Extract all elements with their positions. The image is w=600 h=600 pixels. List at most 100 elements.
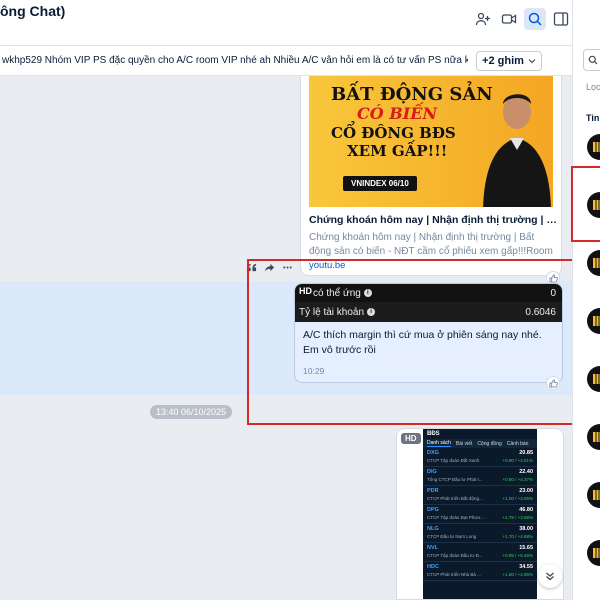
- price-change: +1.60 / +4.86%: [502, 572, 533, 577]
- avatar[interactable]: [587, 308, 600, 334]
- filter-label[interactable]: Lọc: [586, 82, 600, 92]
- link-title[interactable]: Chứng khoán hôm nay | Nhận định thị trườ…: [309, 214, 557, 226]
- stock-row: DPG CTCP Tập đoàn Đạt Phươ... 46.80 +1.75 /…: [423, 505, 537, 524]
- price-change: +1.75 / +3.88%: [502, 515, 533, 520]
- message-text: A/C thích margin thì cứ mua ở phiên sáng…: [303, 329, 542, 356]
- price: 34.55: [519, 564, 533, 570]
- price: 23.00: [519, 488, 533, 494]
- message-actions: [244, 260, 294, 274]
- screenshot-title: BĐS: [427, 431, 440, 437]
- link-domain[interactable]: youtu.be: [309, 260, 345, 271]
- company-name: CTCP Tập đoàn Đất Xanh: [427, 458, 480, 463]
- ticker: NLG: [427, 526, 439, 532]
- video-call-icon[interactable]: [498, 8, 520, 30]
- avatar[interactable]: [587, 424, 600, 450]
- conversation-title[interactable]: ông Chat): [0, 3, 65, 19]
- quoted-image-row: HD có thể ứng i 0: [295, 284, 562, 302]
- share-icon[interactable]: [262, 260, 276, 274]
- quoted-image-row: Tỷ lệ tài khoản i 0.6046: [295, 302, 562, 322]
- ticker: DPG: [427, 507, 439, 513]
- screenshot-tabs: Danh sách Bài viết Cộng đồng Cảnh báo: [423, 439, 537, 448]
- company-name: Tổng CTCP Đầu tư Phát t...: [427, 477, 483, 482]
- stock-row: HDC CTCP Phát triển Nhà Bà ... 34.55 +1.60 …: [423, 562, 537, 581]
- pinned-count-button[interactable]: +2 ghim: [476, 51, 542, 71]
- add-user-icon[interactable]: [472, 8, 494, 30]
- thumbnail-text-line: CỔ ĐÔNG BĐS: [331, 124, 456, 142]
- price: 22.40: [519, 469, 533, 475]
- search-input[interactable]: [583, 49, 600, 71]
- company-name: CTCP Đầu tư Nam Long: [427, 534, 477, 539]
- section-label: Tin: [586, 113, 600, 123]
- avatar[interactable]: [587, 540, 600, 566]
- stock-row: PDR CTCP Phát triển Bất động... 23.00 +1.00…: [423, 486, 537, 505]
- date-divider: 13:40 06/10/2025: [150, 405, 233, 419]
- company-name: CTCP Phát triển Bất động...: [427, 496, 483, 501]
- ticker: NVL: [427, 545, 438, 551]
- thumbnail-badge: VNINDEX 06/10: [343, 176, 417, 191]
- avatar[interactable]: [587, 192, 600, 218]
- quote-icon[interactable]: [244, 260, 258, 274]
- company-name: CTCP Phát triển Nhà Bà ...: [427, 572, 481, 577]
- stock-row: NLG CTCP Đầu tư Nam Long 38.00 +1.70 / +4.6…: [423, 524, 537, 543]
- price-change: +0.90 / +4.51%: [502, 458, 533, 463]
- price-change: +1.00 / +4.55%: [502, 496, 533, 501]
- price: 15.65: [519, 545, 533, 551]
- ticker: DXG: [427, 450, 439, 456]
- stock-row: NVL CTCP Tập đoàn Đầu tư Đ... 15.65 +0.95 /…: [423, 543, 537, 562]
- chat-header: ông Chat): [0, 0, 572, 46]
- avatar[interactable]: [587, 250, 600, 276]
- thumbnail-subheadline: CÓ BIẾN: [357, 104, 438, 123]
- price-change: +1.70 / +4.68%: [502, 534, 533, 539]
- stock-list-screenshot[interactable]: BĐS Danh sách Bài viết Cộng đồng Cảnh bá…: [423, 429, 537, 599]
- scroll-to-bottom-button[interactable]: [538, 564, 562, 588]
- info-icon: i: [363, 289, 372, 298]
- ticker: PDR: [427, 488, 439, 494]
- search-icon[interactable]: [524, 8, 546, 30]
- screenshot-tab: Cảnh báo: [506, 440, 529, 447]
- sidebar-toggle-icon[interactable]: [550, 8, 572, 30]
- pinned-message-text[interactable]: wkhp529 Nhóm VIP PS đặc quyền cho A/C ro…: [2, 55, 468, 66]
- chevrons-down-icon: [546, 572, 554, 581]
- price: 46.80: [519, 507, 533, 513]
- stock-row: DIG Tổng CTCP Đầu tư Phát t... 22.40 +0.90 …: [423, 467, 537, 486]
- link-preview-card[interactable]: BẤT ĐỘNG SẢN CÓ BIẾN CỔ ĐÔNG BĐS XEM GẤP…: [300, 76, 562, 276]
- quoted-label: Tỷ lệ tài khoản: [299, 307, 365, 318]
- screenshot-tab: Danh sách: [427, 440, 451, 447]
- hd-badge: HD: [401, 433, 421, 444]
- quoted-value: 0.6046: [525, 307, 556, 318]
- company-name: CTCP Tập đoàn Đạt Phươ...: [427, 515, 485, 520]
- price-change: +0.95 / +6.46%: [502, 553, 533, 558]
- screenshot-tab: Cộng đồng: [477, 440, 502, 447]
- avatar[interactable]: [587, 482, 600, 508]
- header-actions: [472, 8, 572, 30]
- stock-row: DXG CTCP Tập đoàn Đất Xanh 20.85 +0.90 / +4…: [423, 448, 537, 467]
- ticker: DIG: [427, 469, 437, 475]
- link-description: Chứng khoán hôm nay | Nhận định thị trườ…: [309, 232, 553, 257]
- quoted-label: có thể ứng: [313, 288, 361, 299]
- thumbnail-text-line: XEM GẤP!!!: [347, 142, 448, 160]
- quoted-value: 0: [550, 288, 556, 299]
- hd-badge: HD: [299, 286, 312, 296]
- video-thumbnail[interactable]: BẤT ĐỘNG SẢN CÓ BIẾN CỔ ĐÔNG BĐS XEM GẤP…: [309, 76, 553, 207]
- pinned-messages-bar: wkhp529 Nhóm VIP PS đặc quyền cho A/C ro…: [0, 46, 572, 76]
- reply-message-bubble[interactable]: HD có thể ứng i 0 Tỷ lệ tài khoản i 0.6046…: [294, 283, 563, 383]
- avatar[interactable]: [587, 134, 600, 160]
- message-timestamp: 10:29: [303, 366, 325, 376]
- pinned-count-label: +2 ghim: [482, 55, 524, 67]
- avatar[interactable]: [587, 366, 600, 392]
- price: 20.85: [519, 450, 533, 456]
- like-reaction-icon[interactable]: [546, 376, 560, 390]
- search-icon: [588, 55, 598, 65]
- price: 38.00: [519, 526, 533, 532]
- info-icon: i: [367, 308, 376, 317]
- ticker: HDC: [427, 564, 439, 570]
- price-change: +0.90 / +4.37%: [502, 477, 533, 482]
- chevron-down-icon: [528, 59, 536, 64]
- screenshot-tab: Bài viết: [455, 440, 473, 447]
- thumbnail-headline: BẤT ĐỘNG SẢN: [331, 84, 493, 105]
- presenter-image: [483, 94, 551, 207]
- conversation-list-panel: Lọc Tin: [572, 0, 600, 600]
- more-options-icon[interactable]: [280, 260, 294, 274]
- company-name: CTCP Tập đoàn Đầu tư Đ...: [427, 553, 483, 558]
- message-list[interactable]: BẤT ĐỘNG SẢN CÓ BIẾN CỔ ĐÔNG BĐS XEM GẤP…: [0, 76, 572, 600]
